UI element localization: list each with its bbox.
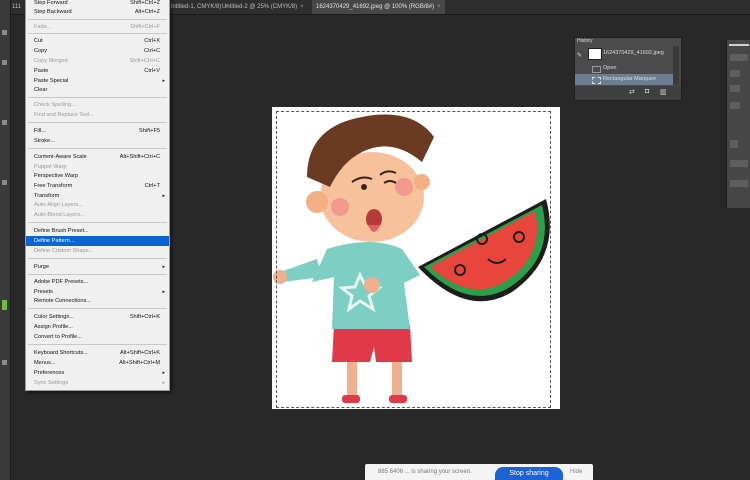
menu-item-check-spelling: Check Spelling... (34, 102, 76, 108)
snapshot-thumbnail (588, 48, 602, 60)
tab-label: Untitled-2 @ 25% (CMYK/8) (222, 4, 298, 10)
menu-item-stroke[interactable]: Stroke... (26, 136, 169, 146)
tool-icon[interactable] (2, 30, 7, 35)
menu-item-define-brush-preset[interactable]: Define Brush Preset... (26, 226, 169, 236)
menu-item-clear[interactable]: Clear (26, 85, 169, 95)
close-icon[interactable]: × (300, 4, 304, 10)
tab-label: Untitled-1, CMYK/8) (168, 4, 222, 10)
font-family-field[interactable] (730, 54, 748, 61)
menu-item-define-pattern[interactable]: Define Pattern... (26, 236, 169, 246)
marquee-selection[interactable] (276, 111, 551, 408)
menu-item-keyboard-shortcuts[interactable]: Keyboard Shortcuts... Alt+Shift+Ctrl+K (26, 348, 169, 358)
menu-item-fade: Fade... Shift+Ctrl+F (34, 24, 160, 30)
history-snapshot[interactable]: ✎ 1624370429_41692.jpeg (575, 46, 673, 60)
tab-active-document[interactable]: 1624370429_41692.jpeg @ 100% (RGB/8#) × (312, 0, 445, 14)
menu-item-menus[interactable]: Menus... Alt+Shift+Ctrl+M (26, 358, 169, 368)
style-options[interactable] (730, 160, 748, 167)
camera-icon[interactable]: ◘ (645, 88, 649, 95)
submenu-arrow-icon: ▸ (162, 370, 165, 376)
menu-item-find-replace: Find and Replace Text... (34, 112, 95, 118)
menu-item-purge[interactable]: Purge ▸ (26, 262, 169, 272)
tool-icon[interactable] (2, 120, 7, 125)
menu-item-preferences[interactable]: Preferences ▸ (26, 368, 169, 378)
tools-panel (0, 0, 11, 480)
hide-button[interactable]: Hide (570, 469, 582, 475)
panel-tab[interactable] (729, 44, 749, 46)
menu-separator (28, 19, 167, 20)
menu-separator (28, 222, 167, 223)
menu-separator (28, 33, 167, 34)
character-panel (726, 40, 750, 208)
edit-menu: Step Forward Shift+Ctrl+Z Step Backward Al… (25, 0, 170, 391)
language-field[interactable] (730, 180, 748, 187)
menu-separator (28, 258, 167, 259)
menu-separator (28, 122, 167, 123)
font-size-field[interactable] (730, 70, 740, 77)
history-step-open[interactable]: Open (575, 63, 673, 74)
trash-icon[interactable]: ▥ (660, 88, 667, 96)
menu-item-content-aware-scale[interactable]: Content-Aware Scale Alt+Shift+Ctrl+C (26, 152, 169, 162)
menu-item-step-backward[interactable]: Step Backward Alt+Ctrl+Z (26, 7, 169, 17)
submenu-arrow-icon: ▸ (162, 264, 165, 270)
menu-separator (28, 308, 167, 309)
tracking-field[interactable] (730, 102, 740, 109)
submenu-arrow-icon: ▸ (162, 380, 165, 386)
menu-item-copy-merged: Copy Merged Shift+Ctrl+C (34, 58, 160, 64)
history-step-marquee[interactable]: Rectangular Marquee (575, 74, 673, 85)
panel-title: History (577, 38, 593, 44)
menu-item-auto-blend-layers: Auto-Blend Layers... (34, 212, 85, 218)
menu-separator (28, 97, 167, 98)
foreground-color-swatch[interactable] (2, 300, 7, 310)
history-panel: History ✎ 1624370429_41692.jpeg Open Rec… (574, 37, 682, 101)
tab-untitled-1[interactable]: Untitled-1, CMYK/8) × (168, 0, 228, 14)
tool-icon[interactable] (2, 360, 7, 365)
menu-item-color-settings[interactable]: Color Settings... Shift+Ctrl+K (26, 312, 169, 322)
menu-separator (28, 344, 167, 345)
history-step-label: Rectangular Marquee (603, 76, 656, 82)
document-icon (592, 66, 601, 73)
menu-item-define-custom-shape: Define Custom Shape... (34, 248, 94, 254)
menu-item-cut[interactable]: Cut Ctrl+X (26, 36, 169, 46)
menu-item-adobe-pdf-presets[interactable]: Adobe PDF Presets... (26, 277, 169, 287)
tab-label: 1624370429_41692.jpeg @ 100% (RGB/8#) (316, 4, 435, 10)
menu-item-perspective-warp[interactable]: Perspective Warp (26, 171, 169, 181)
menu-item-auto-align-layers: Auto-Align Layers... (34, 202, 83, 208)
menu-item-assign-profile[interactable]: Assign Profile... (26, 322, 169, 332)
tab-fragment[interactable]: 111 (12, 0, 21, 14)
snapshot-label: 1624370429_41692.jpeg (603, 50, 664, 56)
menu-item-sync-settings: Sync Settings ▸ (34, 380, 165, 386)
new-document-from-state-icon[interactable]: ⇄ (629, 88, 635, 96)
menu-item-convert-to-profile[interactable]: Convert to Profile... (26, 332, 169, 342)
close-icon[interactable]: × (437, 4, 441, 10)
tool-icon[interactable] (2, 180, 7, 185)
brush-icon: ✎ (577, 53, 583, 59)
menu-item-free-transform[interactable]: Free Transform Ctrl+T (26, 181, 169, 191)
tool-icon[interactable] (2, 60, 7, 65)
menu-item-paste[interactable]: Paste Ctrl+V (26, 66, 169, 76)
history-scrollbar[interactable] (673, 46, 679, 85)
menu-item-copy[interactable]: Copy Ctrl+C (26, 46, 169, 56)
text-color-swatch[interactable] (730, 140, 738, 148)
notification-text: 885 6406 ... is sharing your screen. (378, 469, 472, 475)
marquee-icon (592, 77, 601, 84)
menu-separator (28, 148, 167, 149)
tab-untitled-2[interactable]: Untitled-2 @ 25% (CMYK/8) × (222, 0, 304, 14)
leading-field[interactable] (730, 85, 740, 92)
stop-sharing-button[interactable]: Stop sharing (495, 467, 563, 480)
menu-separator (28, 274, 167, 275)
history-step-label: Open (603, 65, 617, 71)
menu-item-fill[interactable]: Fill... Shift+F5 (26, 126, 169, 136)
menu-item-remote-connections[interactable]: Remote Connections... (26, 296, 169, 306)
history-footer: ⇄ ◘ ▥ (575, 86, 681, 100)
